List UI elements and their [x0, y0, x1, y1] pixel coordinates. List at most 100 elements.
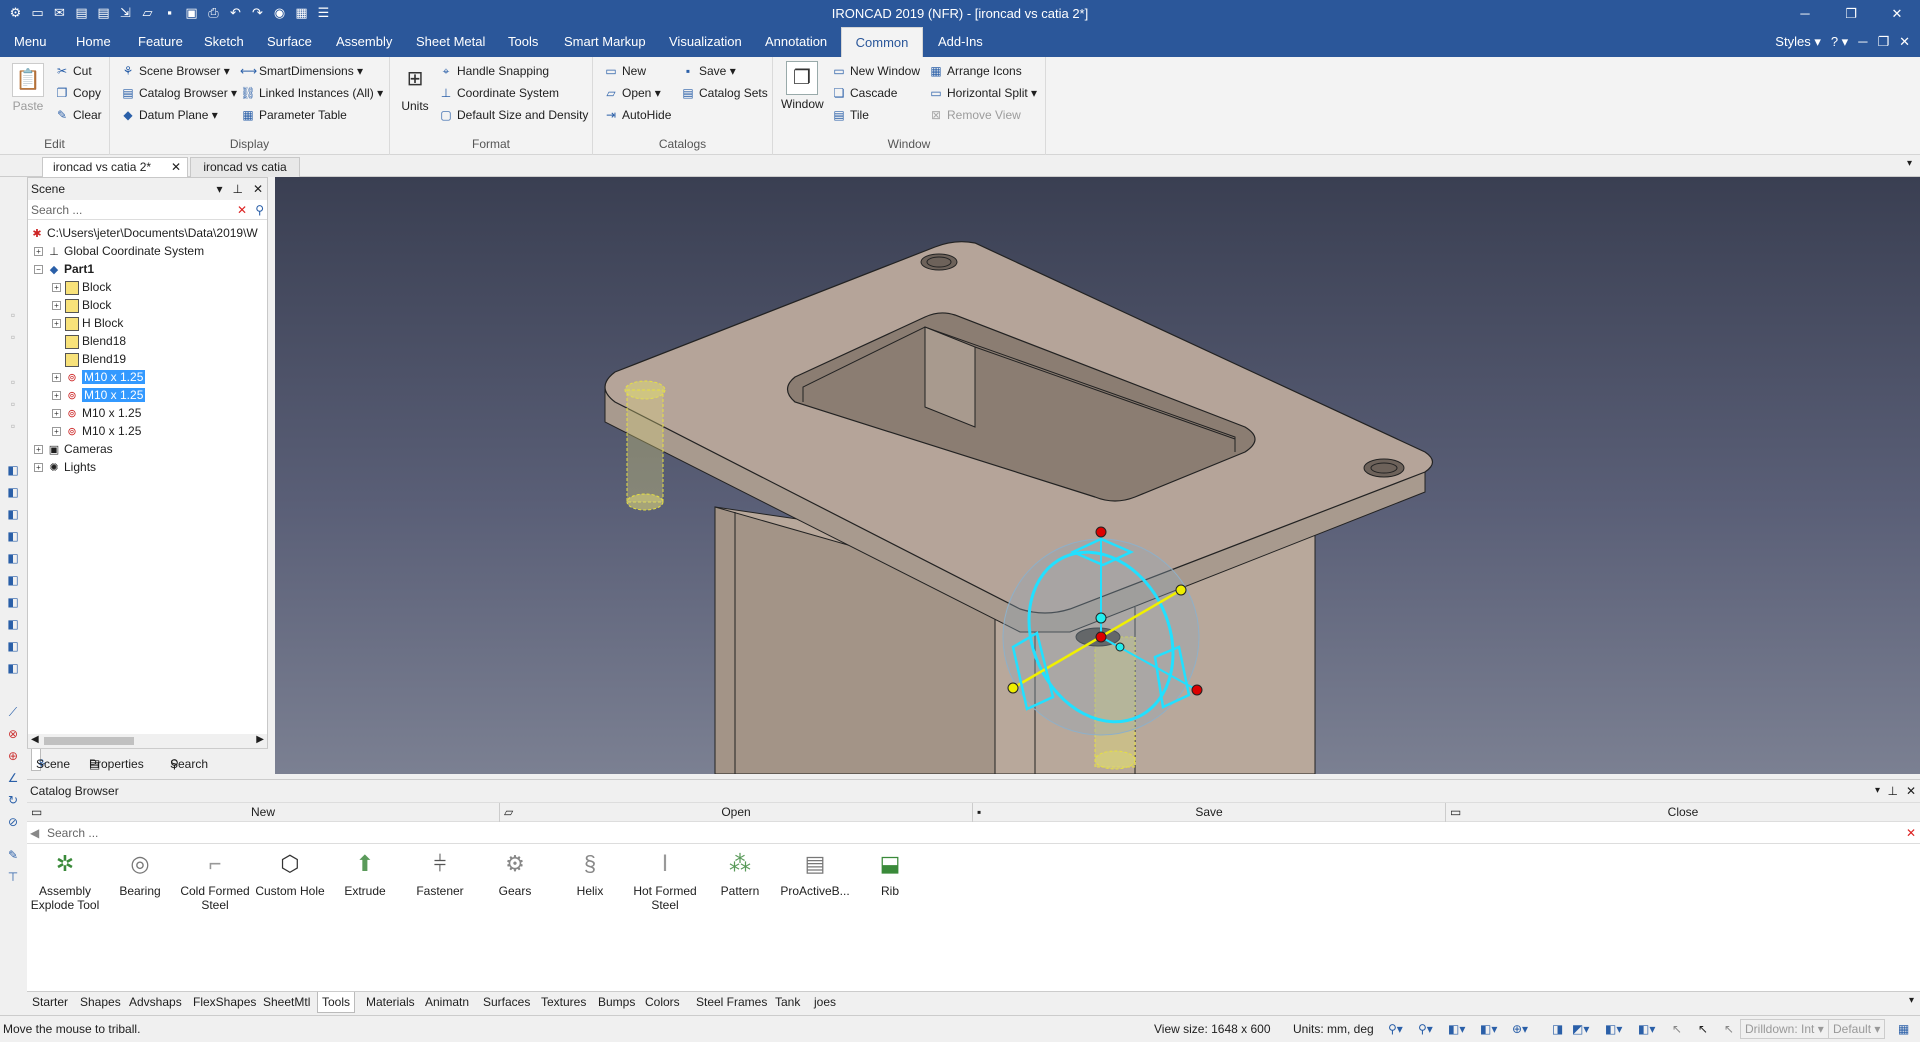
- catalog-tab[interactable]: Tank: [771, 992, 804, 1013]
- tab-visualization[interactable]: Visualization: [661, 27, 750, 57]
- expand-icon[interactable]: +: [34, 445, 43, 455]
- scroll-thumb[interactable]: [44, 737, 134, 745]
- styles-dropdown[interactable]: Styles ▾: [1775, 27, 1821, 57]
- horizontal-split-button[interactable]: ▭ Horizontal Split ▾: [928, 83, 1037, 103]
- catalog-save-button[interactable]: ▪ Save ▾: [680, 61, 736, 81]
- expand-icon[interactable]: +: [52, 301, 61, 311]
- catalog-item[interactable]: ⬡ Custom Hole: [252, 848, 328, 898]
- triball-icon[interactable]: ⊗: [5, 726, 21, 742]
- scene-browser-button[interactable]: ⚘ Scene Browser ▾: [120, 61, 230, 81]
- view-cube-icon[interactable]: ◧: [5, 660, 21, 676]
- hole-icon[interactable]: ⊕: [5, 748, 21, 764]
- tabs-dropdown-icon[interactable]: ▾: [1909, 995, 1914, 1006]
- catalog-item[interactable]: ⫩ Fastener: [402, 848, 478, 898]
- cut-button[interactable]: ✂ Cut: [54, 61, 92, 81]
- expand-icon[interactable]: +: [52, 319, 61, 329]
- tree-item-h-block[interactable]: + H Block: [52, 314, 123, 332]
- panel-dropdown-icon[interactable]: ▾: [216, 178, 222, 200]
- catalog-item[interactable]: ▤ ProActiveB...: [777, 848, 853, 898]
- angle-icon[interactable]: ∠: [5, 770, 21, 786]
- catalog-tab[interactable]: Starter: [28, 992, 72, 1013]
- catalog-item[interactable]: ⬓ Rib: [852, 848, 928, 898]
- render-icon[interactable]: ◧▾: [1480, 1022, 1497, 1036]
- paste-button[interactable]: 📋 Paste: [8, 63, 48, 113]
- tool-icon[interactable]: ▫: [5, 396, 21, 412]
- tab-menu[interactable]: Menu: [6, 27, 55, 57]
- tab-home[interactable]: Home: [68, 27, 119, 57]
- close-icon[interactable]: ✕: [1906, 780, 1916, 802]
- linked-instances-button[interactable]: ⛓ Linked Instances (All) ▾: [240, 83, 383, 103]
- tree-item-lights[interactable]: + ✺ Lights: [34, 458, 96, 476]
- prohibit-icon[interactable]: ⊘: [5, 814, 21, 830]
- copy-button[interactable]: ❐ Copy: [54, 83, 101, 103]
- catalog-browser-button[interactable]: ▤ Catalog Browser ▾: [120, 83, 237, 103]
- tile-button[interactable]: ▤ Tile: [831, 105, 869, 125]
- view-cube-icon[interactable]: ◧: [5, 638, 21, 654]
- view-cube-icon[interactable]: ◧: [5, 484, 21, 500]
- catalog-tab[interactable]: Animatn: [421, 992, 473, 1013]
- default-size-button[interactable]: ▢ Default Size and Density: [438, 105, 588, 125]
- catalog-item[interactable]: ⌐ Cold Formed Steel: [177, 848, 253, 912]
- tab-assembly[interactable]: Assembly: [328, 27, 400, 57]
- catalog-new-button[interactable]: ▭ New: [603, 61, 646, 81]
- tree-item-blend18[interactable]: Blend18: [65, 332, 126, 350]
- help-icon[interactable]: ? ▾: [1831, 27, 1848, 57]
- catalog-tab[interactable]: Bumps: [594, 992, 639, 1013]
- smart-dimensions-button[interactable]: ⟷ SmartDimensions ▾: [240, 61, 363, 81]
- light-icon[interactable]: ◧▾: [1638, 1022, 1655, 1036]
- tool-icon[interactable]: ▫: [5, 374, 21, 390]
- catalog-tab[interactable]: Colors: [641, 992, 684, 1013]
- tool-icon[interactable]: ▫: [5, 307, 21, 323]
- arrange-icons-button[interactable]: ▦ Arrange Icons: [928, 61, 1021, 81]
- tab-tools[interactable]: Tools: [500, 27, 546, 57]
- tree-item-hole[interactable]: + ⊚ M10 x 1.25: [52, 422, 141, 440]
- pointer-icon[interactable]: ↖: [1698, 1022, 1708, 1036]
- catalog-tab-active[interactable]: Tools: [317, 992, 356, 1013]
- window-button[interactable]: ❐ Window: [781, 61, 824, 111]
- zoom-icon[interactable]: ⚲▾: [1388, 1022, 1403, 1036]
- horizontal-scrollbar[interactable]: ◀ ▶: [28, 734, 267, 748]
- tool-icon[interactable]: ⊤: [5, 869, 21, 885]
- clear-search-icon[interactable]: ✕: [1906, 822, 1916, 844]
- catalog-tab[interactable]: Surfaces: [479, 992, 534, 1013]
- zoom-all-icon[interactable]: ⚲▾: [1418, 1022, 1433, 1036]
- scroll-right-icon[interactable]: ▶: [256, 734, 264, 745]
- catalog-open-button[interactable]: ▱ Open: [500, 803, 973, 822]
- tree-item-block[interactable]: + Block: [52, 296, 111, 314]
- clear-search-icon[interactable]: ✕: [237, 200, 247, 220]
- catalog-tab[interactable]: Shapes: [76, 992, 125, 1013]
- drilldown-select[interactable]: Drilldown: Int ▾: [1740, 1019, 1829, 1039]
- catalog-new-button[interactable]: ▭ New: [27, 803, 500, 822]
- tree-item-cameras[interactable]: + ▣ Cameras: [34, 440, 113, 458]
- tool-icon[interactable]: ▫: [5, 418, 21, 434]
- catalog-item[interactable]: Ⅰ Hot Formed Steel: [627, 848, 703, 912]
- view-cube-icon[interactable]: ◧: [5, 528, 21, 544]
- pin-icon[interactable]: ⊥: [1888, 780, 1898, 802]
- default-select[interactable]: Default ▾: [1828, 1019, 1886, 1039]
- ribbon-minimize-icon[interactable]: ─: [1858, 27, 1867, 57]
- catalog-item[interactable]: ◎ Bearing: [102, 848, 178, 898]
- catalog-tab[interactable]: Steel Frames: [692, 992, 771, 1013]
- close-icon[interactable]: ✕: [1874, 0, 1920, 27]
- tab-scene[interactable]: ⚘ Scene: [31, 749, 70, 771]
- ribbon-close-icon[interactable]: ✕: [1899, 27, 1910, 57]
- expand-icon[interactable]: +: [52, 373, 61, 383]
- close-tab-icon[interactable]: ✕: [171, 158, 181, 176]
- tree-item-blend19[interactable]: Blend19: [65, 350, 126, 368]
- tabs-dropdown-icon[interactable]: ▾: [1907, 158, 1912, 169]
- expand-icon[interactable]: +: [34, 247, 43, 257]
- scroll-left-icon[interactable]: ◀: [31, 734, 39, 745]
- tab-feature[interactable]: Feature: [130, 27, 191, 57]
- view-icon[interactable]: ◧▾: [1448, 1022, 1465, 1036]
- settings-icon[interactable]: ▦: [1898, 1022, 1909, 1036]
- back-icon[interactable]: ◀: [30, 822, 39, 844]
- close-icon[interactable]: ✕: [253, 178, 263, 200]
- cascade-button[interactable]: ❏ Cascade: [831, 83, 898, 103]
- tool-icon[interactable]: ▫: [5, 329, 21, 345]
- catalog-item[interactable]: § Helix: [552, 848, 628, 898]
- doc-tab-active[interactable]: ironcad vs catia 2* ✕: [42, 157, 188, 177]
- expand-icon[interactable]: +: [52, 283, 61, 293]
- catalog-item[interactable]: ⚙ Gears: [477, 848, 553, 898]
- expand-icon[interactable]: +: [52, 427, 61, 437]
- expand-icon[interactable]: +: [52, 409, 61, 419]
